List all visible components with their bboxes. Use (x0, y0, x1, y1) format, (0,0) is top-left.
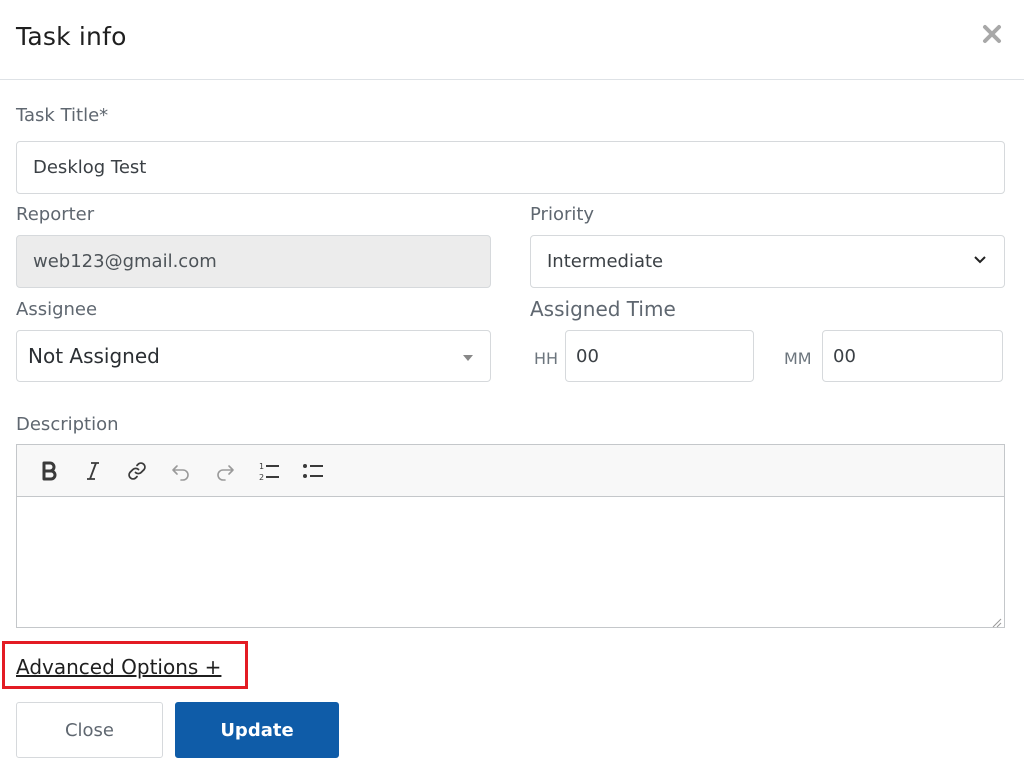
italic-icon[interactable] (71, 451, 115, 491)
redo-icon[interactable] (203, 451, 247, 491)
minutes-input[interactable] (822, 330, 1003, 382)
close-icon[interactable] (980, 22, 1004, 48)
ordered-list-icon[interactable]: 12 (247, 451, 291, 491)
svg-text:2: 2 (259, 473, 264, 482)
modal-title: Task info (16, 22, 127, 51)
undo-icon[interactable] (159, 451, 203, 491)
resize-handle-icon[interactable] (990, 613, 1002, 628)
update-button[interactable]: Update (175, 702, 339, 758)
advanced-options-link[interactable]: Advanced Options + (16, 655, 221, 679)
bold-icon[interactable] (27, 451, 71, 491)
reporter-label: Reporter (16, 204, 95, 225)
description-editor: 12 (16, 444, 1005, 628)
reporter-input (16, 235, 491, 288)
link-icon[interactable] (115, 451, 159, 491)
editor-toolbar: 12 (17, 445, 1004, 497)
assignee-value: Not Assigned (28, 344, 160, 368)
assigned-time-label: Assigned Time (530, 297, 676, 321)
minutes-unit-label: MM (784, 349, 812, 368)
assignee-label: Assignee (16, 299, 98, 320)
task-title-input[interactable] (16, 141, 1005, 194)
priority-value: Intermediate (547, 251, 664, 272)
task-title-label: Task Title* (16, 105, 109, 126)
close-button[interactable]: Close (16, 702, 163, 758)
chevron-down-icon (972, 251, 988, 272)
priority-label: Priority (530, 204, 595, 225)
priority-select[interactable]: Intermediate (530, 235, 1005, 288)
description-textarea[interactable] (17, 497, 1004, 627)
hours-unit-label: HH (534, 349, 559, 368)
caret-down-icon (462, 346, 474, 367)
modal-header: Task info (0, 0, 1024, 80)
bullet-list-icon[interactable] (291, 451, 335, 491)
svg-text:1: 1 (259, 462, 264, 471)
description-label: Description (16, 414, 119, 435)
hours-input[interactable] (565, 330, 754, 382)
assignee-select[interactable]: Not Assigned (16, 330, 491, 382)
